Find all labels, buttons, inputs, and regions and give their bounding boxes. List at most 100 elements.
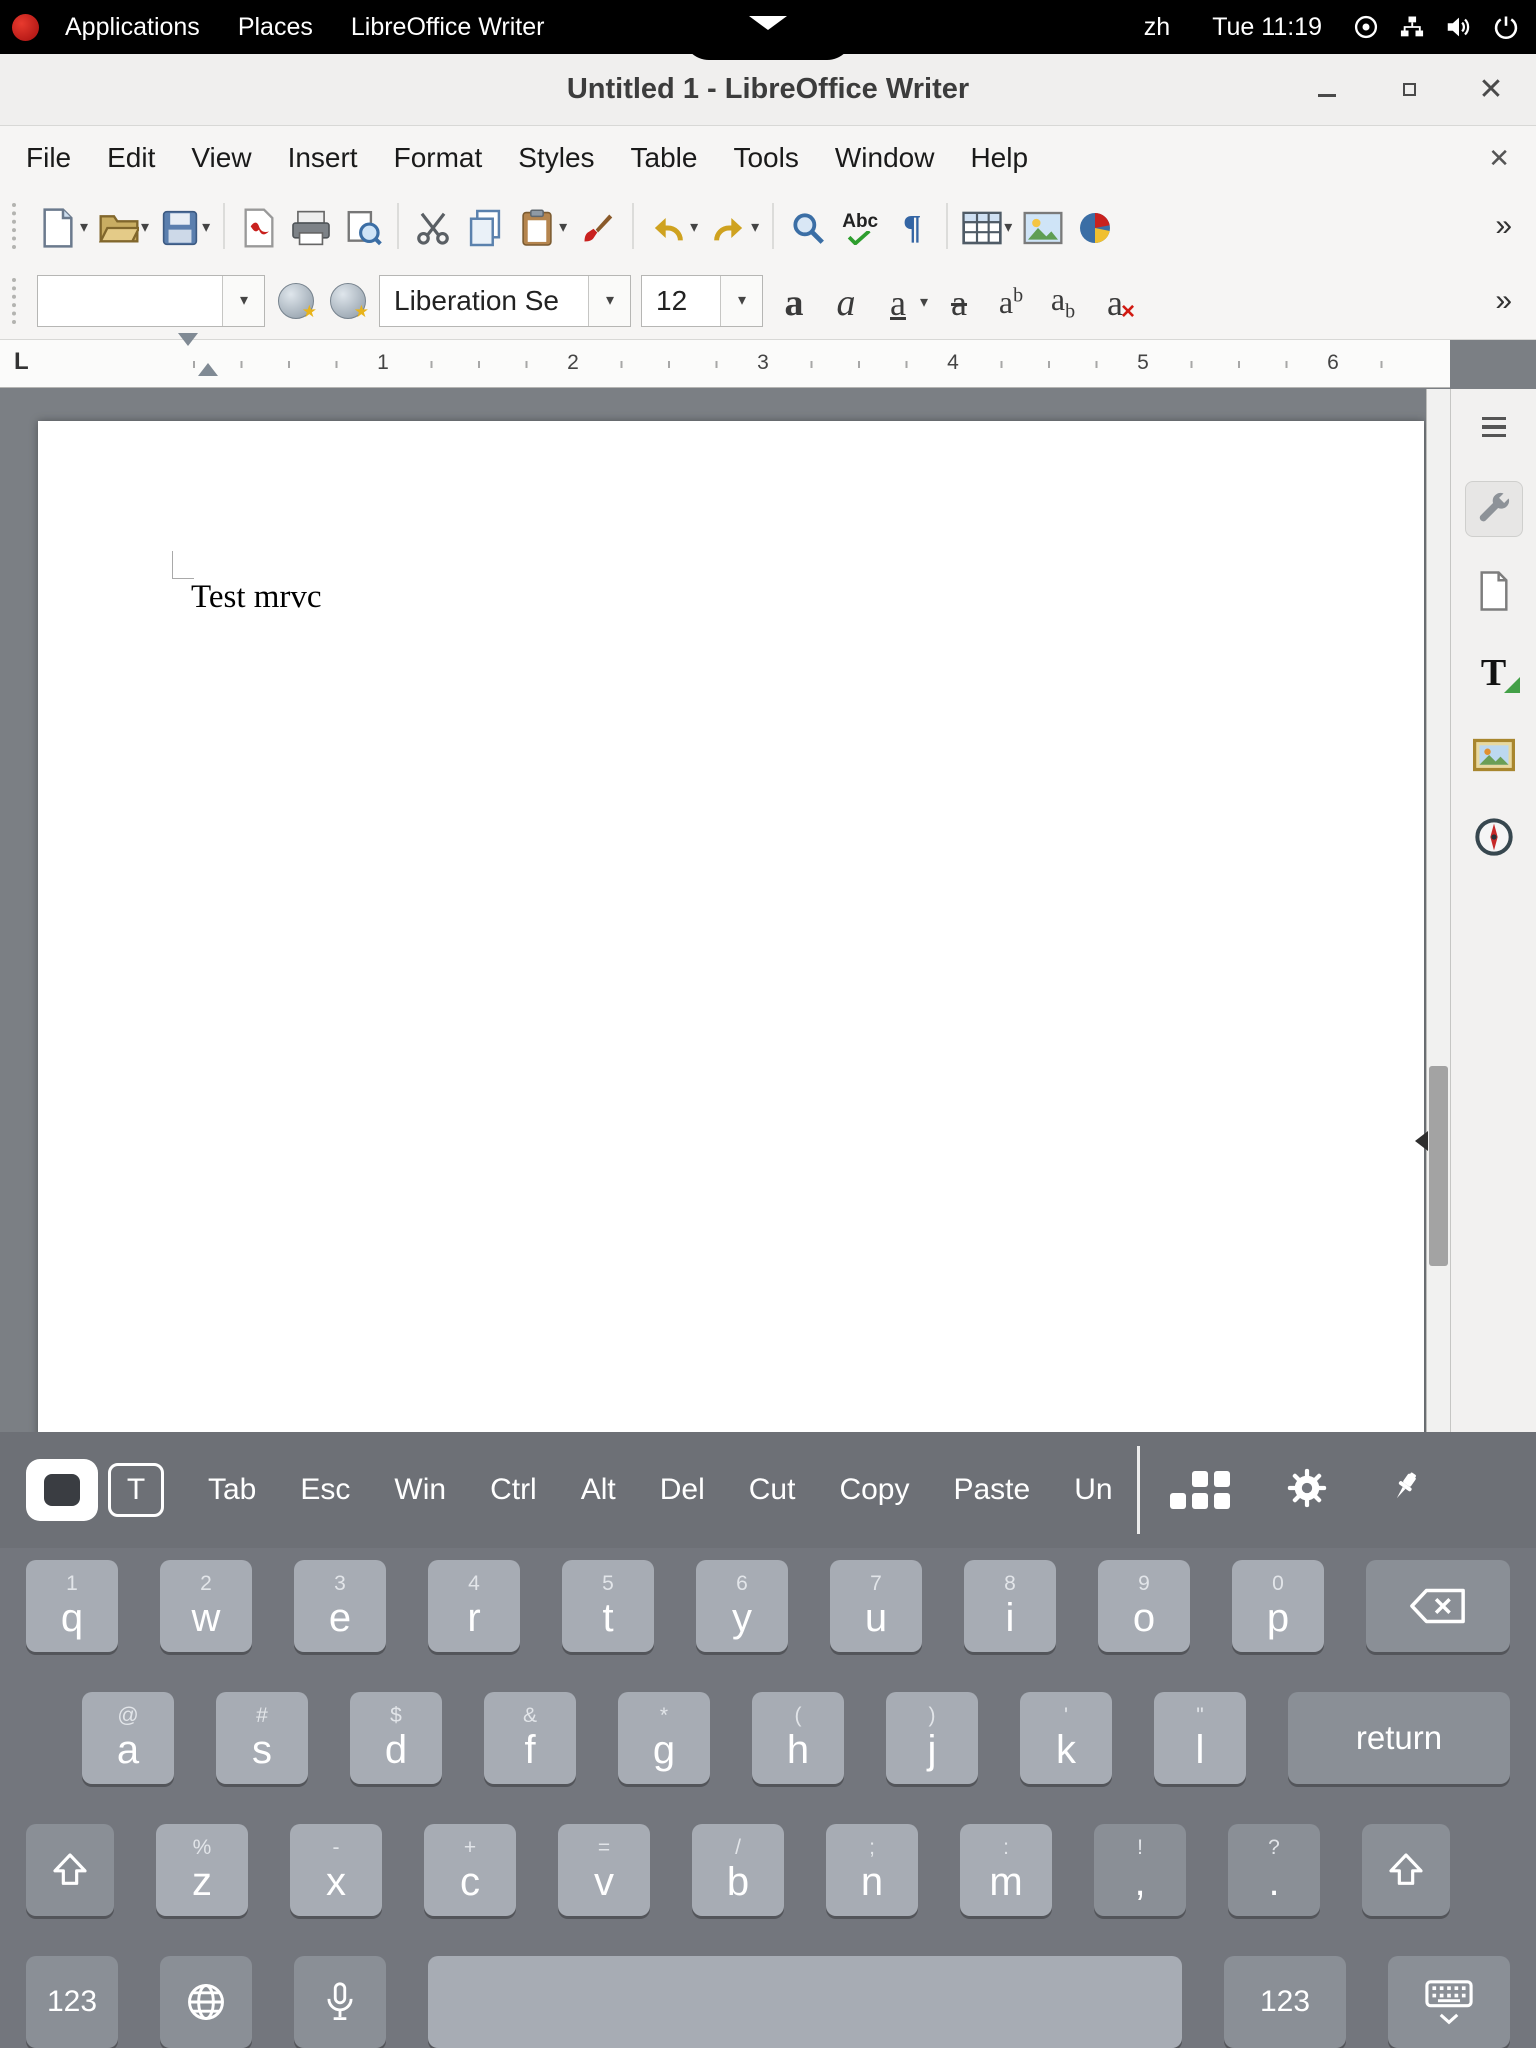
superscript-button[interactable]: ab bbox=[985, 273, 1037, 329]
dropdown-arrow-icon[interactable]: ▾ bbox=[920, 281, 928, 325]
utility-key-copy[interactable]: Copy bbox=[839, 1473, 909, 1507]
screen-record-icon[interactable] bbox=[1352, 13, 1380, 41]
strikethrough-button[interactable]: a bbox=[933, 273, 985, 329]
clear-formatting-button[interactable]: a× bbox=[1089, 273, 1141, 329]
network-icon[interactable] bbox=[1398, 13, 1426, 41]
key-l[interactable]: "l bbox=[1154, 1692, 1246, 1784]
numbers-key-left[interactable]: 123 bbox=[26, 1956, 118, 2048]
return-key[interactable]: return bbox=[1288, 1692, 1510, 1784]
key-f[interactable]: &f bbox=[484, 1692, 576, 1784]
key-j[interactable]: )j bbox=[886, 1692, 978, 1784]
utility-key-del[interactable]: Del bbox=[660, 1473, 705, 1507]
dropdown-arrow-icon[interactable]: ▾ bbox=[559, 206, 567, 250]
new-style-button[interactable]: ★ bbox=[325, 278, 371, 324]
font-size-combobox[interactable]: 12 ▾ bbox=[641, 275, 763, 327]
sidebar-navigator-button[interactable] bbox=[1465, 809, 1523, 865]
horizontal-ruler[interactable]: L 123456 bbox=[0, 340, 1450, 388]
key-u[interactable]: 7u bbox=[830, 1560, 922, 1652]
mic-key[interactable] bbox=[294, 1956, 386, 2048]
minimize-button[interactable] bbox=[1310, 73, 1344, 107]
sidebar-menu-button[interactable] bbox=[1465, 399, 1523, 455]
utility-key-esc[interactable]: Esc bbox=[300, 1473, 350, 1507]
italic-button[interactable]: a bbox=[820, 273, 872, 329]
volume-icon[interactable] bbox=[1444, 12, 1474, 42]
insert-chart-button[interactable] bbox=[1069, 198, 1121, 254]
key-r[interactable]: 4r bbox=[428, 1560, 520, 1652]
key-v[interactable]: =v bbox=[558, 1824, 650, 1916]
paragraph-style-combobox[interactable]: ▾ bbox=[37, 275, 265, 327]
menu-styles[interactable]: Styles bbox=[500, 142, 612, 174]
font-name-combobox[interactable]: Liberation Se ▾ bbox=[379, 275, 631, 327]
key-t[interactable]: 5t bbox=[562, 1560, 654, 1652]
sidebar-gallery-button[interactable] bbox=[1465, 727, 1523, 783]
key-period[interactable]: ?. bbox=[1228, 1824, 1320, 1916]
menu-window[interactable]: Window bbox=[817, 142, 953, 174]
maximize-button[interactable] bbox=[1392, 73, 1426, 107]
close-button[interactable]: ✕ bbox=[1474, 73, 1508, 107]
menu-table[interactable]: Table bbox=[613, 142, 716, 174]
utility-key-cut[interactable]: Cut bbox=[749, 1473, 796, 1507]
shift-right-key[interactable] bbox=[1362, 1824, 1450, 1916]
sidebar-properties-button[interactable] bbox=[1465, 481, 1523, 537]
toolbar-overflow-button[interactable]: » bbox=[1495, 284, 1512, 318]
text-key[interactable]: T bbox=[108, 1463, 164, 1517]
indent-marker[interactable] bbox=[178, 346, 198, 382]
new-document-button[interactable]: ▾ bbox=[32, 198, 93, 254]
key-c[interactable]: +c bbox=[424, 1824, 516, 1916]
utility-key-un[interactable]: Un bbox=[1074, 1473, 1112, 1507]
key-g[interactable]: *g bbox=[618, 1692, 710, 1784]
places-menu[interactable]: Places bbox=[226, 13, 325, 42]
active-app-menu[interactable]: LibreOffice Writer bbox=[339, 13, 557, 42]
shift-left-key[interactable] bbox=[26, 1824, 114, 1916]
clock[interactable]: Tue 11:19 bbox=[1200, 13, 1334, 42]
utility-key-ctrl[interactable]: Ctrl bbox=[490, 1473, 537, 1507]
copy-button[interactable] bbox=[459, 198, 511, 254]
print-button[interactable] bbox=[285, 198, 337, 254]
paragraph-style-dropdown[interactable]: ▾ bbox=[222, 276, 264, 326]
key-o[interactable]: 9o bbox=[1098, 1560, 1190, 1652]
find-replace-button[interactable] bbox=[782, 198, 834, 254]
subscript-button[interactable]: ab bbox=[1037, 273, 1089, 329]
close-document-icon[interactable]: ✕ bbox=[1488, 143, 1510, 174]
menu-file[interactable]: File bbox=[8, 142, 89, 174]
toolbar-drag-handle[interactable] bbox=[12, 278, 22, 324]
power-icon[interactable] bbox=[1492, 13, 1520, 41]
key-w[interactable]: 2w bbox=[160, 1560, 252, 1652]
keyboard-float-toggle[interactable]: T bbox=[26, 1459, 164, 1521]
save-button[interactable]: ▾ bbox=[154, 198, 215, 254]
sidebar-page-button[interactable] bbox=[1465, 563, 1523, 619]
paste-button[interactable]: ▾ bbox=[511, 198, 572, 254]
key-d[interactable]: $d bbox=[350, 1692, 442, 1784]
left-indent-icon[interactable] bbox=[198, 346, 218, 376]
dropdown-arrow-icon[interactable]: ▾ bbox=[80, 206, 88, 250]
layout-grid-icon[interactable] bbox=[1170, 1471, 1230, 1509]
dismiss-keyboard-key[interactable] bbox=[1388, 1956, 1510, 2048]
cut-button[interactable] bbox=[407, 198, 459, 254]
sidebar-styles-button[interactable]: T bbox=[1465, 645, 1523, 701]
export-pdf-button[interactable] bbox=[233, 198, 285, 254]
spelling-button[interactable]: Abc bbox=[834, 198, 886, 254]
print-preview-button[interactable] bbox=[337, 198, 389, 254]
backspace-key[interactable] bbox=[1366, 1560, 1510, 1652]
font-size-dropdown[interactable]: ▾ bbox=[720, 276, 762, 326]
redo-button[interactable]: ▾ bbox=[703, 198, 764, 254]
font-name-dropdown[interactable]: ▾ bbox=[588, 276, 630, 326]
scrollbar-thumb[interactable] bbox=[1429, 1066, 1448, 1266]
distro-logo-icon[interactable] bbox=[12, 14, 39, 41]
toolbar-drag-handle[interactable] bbox=[12, 203, 22, 249]
space-key[interactable] bbox=[428, 1956, 1182, 2048]
notch-chevron-toggle[interactable] bbox=[683, 0, 853, 60]
clone-formatting-button[interactable] bbox=[572, 198, 624, 254]
insert-image-button[interactable] bbox=[1017, 198, 1069, 254]
bold-button[interactable]: a bbox=[768, 273, 820, 329]
vertical-scrollbar[interactable] bbox=[1426, 389, 1450, 1432]
undo-button[interactable]: ▾ bbox=[642, 198, 703, 254]
first-line-indent-icon[interactable] bbox=[178, 333, 198, 363]
globe-key[interactable] bbox=[160, 1956, 252, 2048]
dropdown-arrow-icon[interactable]: ▾ bbox=[1004, 206, 1012, 250]
key-a[interactable]: @a bbox=[82, 1692, 174, 1784]
key-p[interactable]: 0p bbox=[1232, 1560, 1324, 1652]
utility-key-alt[interactable]: Alt bbox=[581, 1473, 616, 1507]
dropdown-arrow-icon[interactable]: ▾ bbox=[141, 206, 149, 250]
key-q[interactable]: 1q bbox=[26, 1560, 118, 1652]
